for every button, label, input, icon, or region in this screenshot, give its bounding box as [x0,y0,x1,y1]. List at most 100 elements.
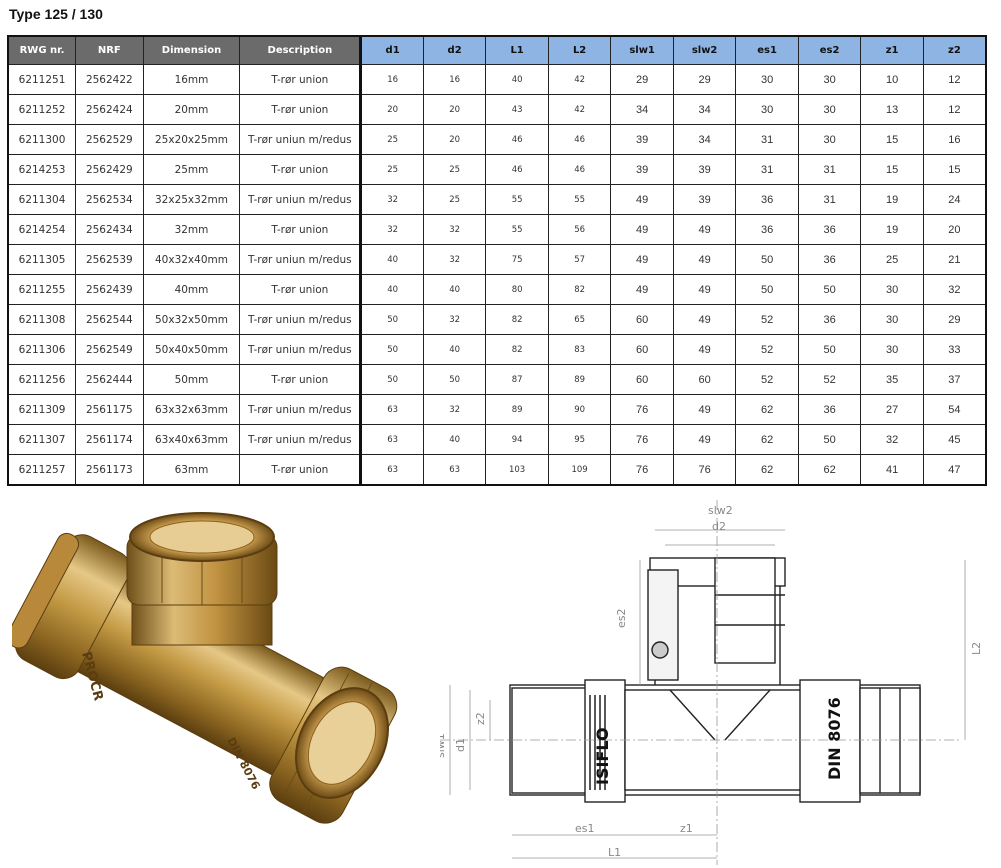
table-row: 6211300 2562529 25x20x25mm T-rør uniun m/re… [7,124,987,155]
table-cell: 32 [360,214,424,245]
table-cell: 16mm [142,64,241,95]
table-cell: 33 [922,334,987,365]
table-row: 6214254 2562434 32mm T-rør union 32 32 55 56 49 4… [7,214,987,245]
dim-label-es1: es1 [575,822,595,835]
table-cell: 32mm [142,214,241,245]
table-cell: 39 [672,154,737,185]
table-cell: 25 [360,154,424,185]
table-cell: 2562434 [75,214,144,245]
table-cell: 52 [735,304,799,335]
table-cell: 30 [860,334,924,365]
column-header: L1 [485,35,549,65]
table-cell: 43 [485,94,549,125]
table-cell: 41 [860,454,924,486]
column-header: Description [239,35,363,65]
table-cell: 47 [922,454,987,486]
column-header: d2 [422,35,487,65]
table-cell: 32 [360,184,424,215]
table-header-row: RWG nr. NRF Dimension Description d1 d2 L1 L2 sl… [7,35,987,65]
table-cell: 63 [360,454,424,486]
table-cell: 62 [735,454,799,486]
table-cell: 49 [610,274,674,305]
table-cell: 50 [735,274,799,305]
table-cell: 82 [485,304,549,335]
table-cell: 50 [797,424,862,455]
table-cell: T-rør uniun m/redus [239,334,363,365]
table-cell: 63mm [142,454,241,486]
table-cell: 39 [672,184,737,215]
table-cell: 2562529 [75,124,144,155]
table-cell: 40 [422,274,487,305]
table-cell: 6214254 [7,214,77,245]
table-cell: 31 [797,154,862,185]
table-cell: 31 [735,154,799,185]
spec-table: RWG nr. NRF Dimension Description d1 d2 L1 L2 sl… [7,35,987,486]
table-cell: 40 [485,64,549,95]
table-cell: 2562444 [75,364,144,395]
table-cell: 24 [922,184,987,215]
table-cell: 49 [672,304,737,335]
table-cell: 50 [360,304,424,335]
dim-label-slw1: slw1 [440,733,447,758]
technical-drawing: slw2 d2 es2 L2 z2 d1 slw1 es1 z1 L1 ISIF… [440,500,983,865]
table-cell: 6211252 [7,94,77,125]
table-cell: 30 [735,64,799,95]
table-cell: 13 [860,94,924,125]
table-cell: 94 [485,424,549,455]
table-cell: 20 [422,124,487,155]
table-row: 6211308 2562544 50x32x50mm T-rør uniun m/re… [7,304,987,335]
table-cell: 6211305 [7,244,77,275]
dim-label-d2: d2 [712,520,726,533]
table-cell: 2562439 [75,274,144,305]
dim-label-z1: z1 [680,822,693,835]
table-row: 6211304 2562534 32x25x32mm T-rør uniun m/re… [7,184,987,215]
table-cell: 52 [735,364,799,395]
table-cell: 25 [422,184,487,215]
table-cell: 21 [922,244,987,275]
table-cell: T-rør uniun m/redus [239,424,363,455]
table-cell: 62 [735,394,799,425]
table-cell: 63 [360,424,424,455]
table-cell: 29 [672,64,737,95]
table-cell: T-rør union [239,274,363,305]
table-cell: 89 [485,394,549,425]
table-cell: 63 [422,454,487,486]
table-cell: 6211257 [7,454,77,486]
table-cell: 49 [672,394,737,425]
column-header: slw2 [672,35,737,65]
table-cell: 2561175 [75,394,144,425]
table-cell: 76 [672,454,737,486]
table-cell: 40 [360,244,424,275]
table-cell: 34 [672,124,737,155]
table-body: 6211251 2562422 16mm T-rør union 16 16 40 42 29 2… [7,64,987,486]
table-cell: 40 [360,274,424,305]
table-cell: T-rør uniun m/redus [239,184,363,215]
table-cell: 40mm [142,274,241,305]
table-cell: 36 [797,244,862,275]
column-header: L2 [547,35,612,65]
table-cell: 34 [672,94,737,125]
table-cell: 55 [547,184,612,215]
table-cell: 42 [547,94,612,125]
table-cell: 2562544 [75,304,144,335]
table-cell: 30 [797,94,862,125]
table-cell: 29 [610,64,674,95]
table-row: 6211257 2561173 63mm T-rør union 63 63 103 109 7… [7,454,987,486]
table-cell: 87 [485,364,549,395]
table-cell: 15 [860,124,924,155]
table-cell: 16 [360,64,424,95]
table-cell: T-rør union [239,64,363,95]
table-cell: 62 [735,424,799,455]
table-cell: 80 [485,274,549,305]
table-cell: 32 [422,394,487,425]
column-header: es2 [797,35,862,65]
table-cell: 20mm [142,94,241,125]
table-cell: 75 [485,244,549,275]
table-cell: 25 [360,124,424,155]
table-cell: 49 [672,424,737,455]
table-cell: T-rør uniun m/redus [239,394,363,425]
table-row: 6211309 2561175 63x32x63mm T-rør uniun m/re… [7,394,987,425]
dim-label-z2: z2 [474,712,487,725]
table-cell: T-rør union [239,154,363,185]
table-cell: 90 [547,394,612,425]
